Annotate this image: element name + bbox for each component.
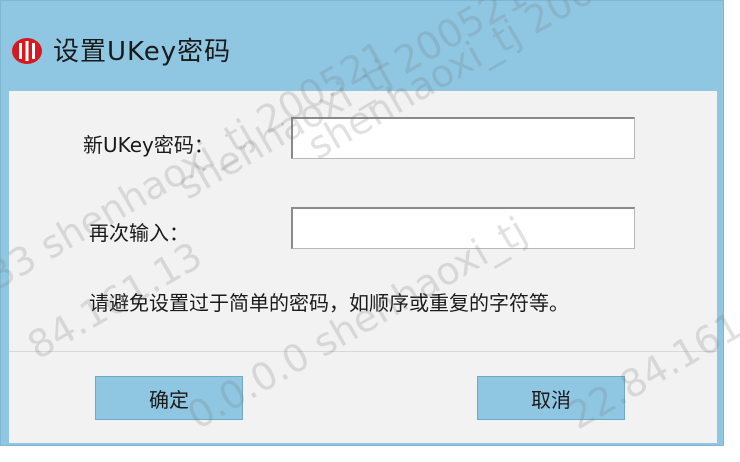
new-password-input[interactable] <box>291 117 635 159</box>
dialog-title: 设置UKey密码 <box>53 37 232 67</box>
new-password-label: 新UKey密码： <box>83 133 214 157</box>
dialog-content: 新UKey密码： 再次输入： 请避免设置过于简单的密码，如顺序或重复的字符等。 <box>9 91 717 351</box>
cancel-button[interactable]: 取消 <box>477 376 625 420</box>
ukey-logo-icon <box>12 38 42 64</box>
confirm-password-label: 再次输入： <box>89 221 189 245</box>
ok-button[interactable]: 确定 <box>95 376 243 420</box>
dialog-footer: 确定 取消 <box>9 351 717 443</box>
password-hint: 请避免设置过于简单的密码，如顺序或重复的字符等。 <box>89 291 569 315</box>
set-ukey-password-dialog: 设置UKey密码 新UKey密码： 再次输入： 请避免设置过于简单的密码，如顺序… <box>0 0 724 446</box>
confirm-password-input[interactable] <box>291 207 635 249</box>
dialog-titlebar: 设置UKey密码 <box>1 1 723 91</box>
